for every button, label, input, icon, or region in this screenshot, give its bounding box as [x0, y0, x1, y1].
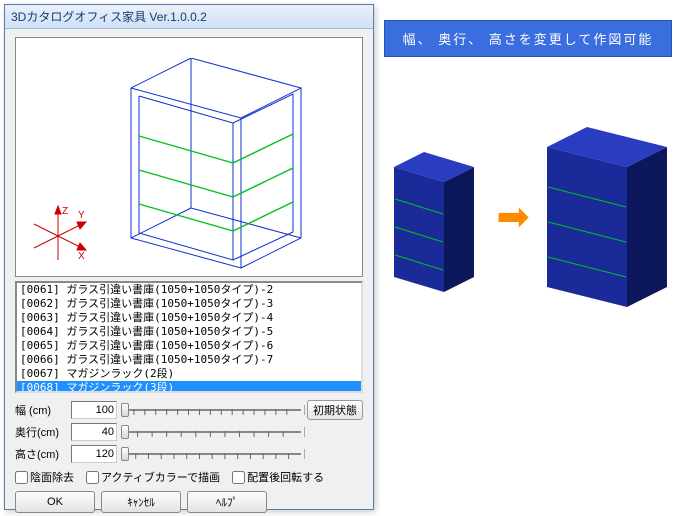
titlebar: 3Dカタログオフィス家具 Ver.1.0.0.2 — [5, 5, 373, 29]
explain-panel: 幅、 奥行、 高さを変更して作図可能 ➡ — [384, 20, 672, 317]
list-item[interactable]: [0067] マガジンラック(2段) — [17, 367, 361, 381]
param-label-height: 高さ(cm) — [15, 446, 71, 462]
wireframe-shelf — [101, 58, 331, 273]
height-slider[interactable] — [121, 445, 303, 463]
checkbox-row: 陰面除去 アクティブカラーで描画 配置後回転する — [15, 469, 363, 485]
arrow-icon: ➡ — [496, 197, 530, 237]
help-button[interactable]: ﾍﾙﾌﾟ — [187, 491, 267, 513]
item-listbox[interactable]: [0061] ガラス引違い書庫(1050+1050タイプ)-2[0062] ガラ… — [15, 281, 363, 393]
depth-slider[interactable] — [121, 423, 303, 441]
list-item[interactable]: [0062] ガラス引違い書庫(1050+1050タイプ)-3 — [17, 297, 361, 311]
axis-y-label: Y — [78, 210, 85, 221]
button-row: OK ｷｬﾝｾﾙ ﾍﾙﾌﾟ — [15, 491, 363, 513]
list-item[interactable]: [0061] ガラス引違い書庫(1050+1050タイプ)-2 — [17, 283, 361, 297]
rotate-after-checkbox[interactable]: 配置後回転する — [232, 469, 324, 485]
active-color-checkbox[interactable]: アクティブカラーで描画 — [86, 469, 220, 485]
list-item[interactable]: [0065] ガラス引違い書庫(1050+1050タイプ)-6 — [17, 339, 361, 353]
param-row-depth: 奥行(cm) — [15, 421, 363, 443]
param-label-width: 幅 (cm) — [15, 402, 71, 418]
param-row-height: 高さ(cm) — [15, 443, 363, 465]
param-row-width: 幅 (cm) 初期状態 — [15, 399, 363, 421]
preview-3d-area: Z Y X — [15, 37, 363, 277]
reset-button[interactable]: 初期状態 — [307, 400, 363, 420]
list-item[interactable]: [0068] マガジンラック(3段) — [17, 381, 361, 393]
width-slider[interactable] — [121, 401, 303, 419]
demo-area: ➡ — [384, 117, 672, 317]
axis-z-label: Z — [62, 206, 68, 217]
axis-x-label: X — [78, 251, 85, 262]
param-rows: 幅 (cm) 初期状態 奥行(cm) — [15, 399, 363, 465]
catalog-dialog: 3Dカタログオフィス家具 Ver.1.0.0.2 — [4, 4, 374, 510]
list-item[interactable]: [0066] ガラス引違い書庫(1050+1050タイプ)-7 — [17, 353, 361, 367]
width-input[interactable] — [71, 401, 117, 419]
depth-input[interactable] — [71, 423, 117, 441]
large-shelf-illustration — [542, 122, 672, 312]
window-title: 3Dカタログオフィス家具 Ver.1.0.0.2 — [11, 8, 207, 25]
hidden-line-checkbox[interactable]: 陰面除去 — [15, 469, 74, 485]
ok-button[interactable]: OK — [15, 491, 95, 513]
caption-box: 幅、 奥行、 高さを変更して作図可能 — [384, 20, 672, 57]
param-label-depth: 奥行(cm) — [15, 424, 71, 440]
cancel-button[interactable]: ｷｬﾝｾﾙ — [101, 491, 181, 513]
list-item[interactable]: [0063] ガラス引違い書庫(1050+1050タイプ)-4 — [17, 311, 361, 325]
height-input[interactable] — [71, 445, 117, 463]
list-item[interactable]: [0064] ガラス引違い書庫(1050+1050タイプ)-5 — [17, 325, 361, 339]
small-shelf-illustration — [384, 137, 484, 297]
axes-widget: Z Y X — [28, 204, 88, 264]
